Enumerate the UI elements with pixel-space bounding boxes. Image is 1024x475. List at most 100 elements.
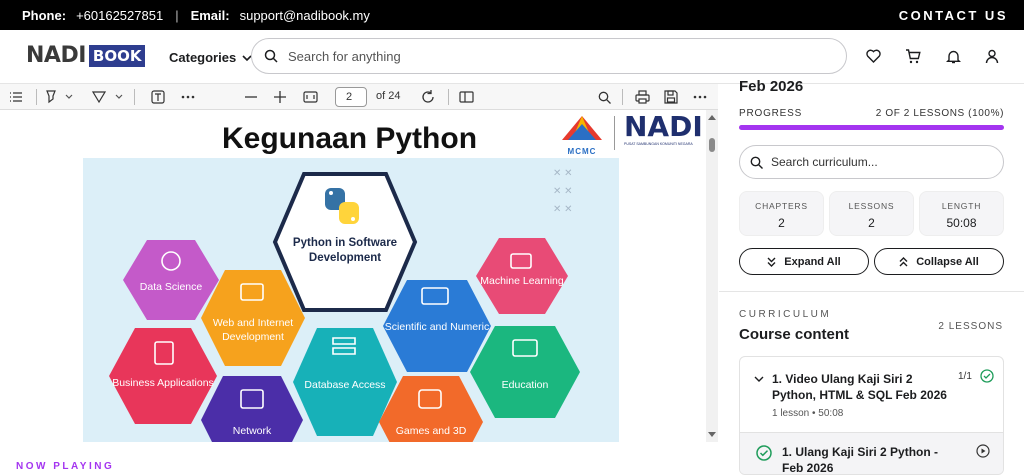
chapter-progress-count: 1/1 [958,371,972,382]
now-playing-label: NOW PLAYING [16,461,115,472]
search-icon[interactable] [264,49,278,63]
progress-value: 2 OF 2 LESSONS (100%) [875,108,1004,119]
main-navbar: NADI BOOK Categories [0,30,1024,84]
hex-label-database: Database Access [304,379,386,391]
pdf-viewer: 2 of 24 Kegunaan Python MCMC NADI PUSAT … [0,84,718,442]
chevron-down-icon[interactable] [64,87,74,107]
panel-divider [719,291,1024,292]
scroll-thumb[interactable] [709,138,715,152]
hex-label-machine-learning: Machine Learning [480,275,564,287]
stat-label: LESSONS [848,201,895,211]
email-value[interactable]: support@nadibook.my [240,8,370,23]
nadi-logo: NADI PUSAT SAMBUNGAN KOMUNITI NEGARA [624,110,703,154]
stat-lessons: LESSONS 2 [829,191,914,236]
svg-text:✕ ✕: ✕ ✕ [553,168,573,179]
phone-label: Phone: [22,7,67,23]
hex-label-web-dev: Web and Internet Development [212,317,294,343]
pdf-toolbar: 2 of 24 [0,84,718,110]
categories-label: Categories [169,50,237,65]
search-icon [750,156,763,169]
expand-all-label: Expand All [784,255,841,268]
stat-label: LENGTH [941,201,982,211]
progress-bar [739,125,1004,130]
separator: | [175,7,179,23]
expand-icon [767,257,776,267]
hex-label-scientific: Scientific and Numeric [384,321,490,333]
cart-icon[interactable] [904,47,922,65]
user-icon[interactable] [983,47,1001,65]
expand-all-button[interactable]: Expand All [739,248,869,275]
course-sidebar: Feb 2026 PROGRESS 2 OF 2 LESSONS (100%) … [719,78,1024,475]
site-search-input[interactable] [288,48,788,64]
email-label: Email: [190,7,230,23]
print-icon[interactable] [632,87,652,107]
slide-title: Kegunaan Python [222,122,478,155]
scroll-down-icon[interactable] [708,432,716,438]
lesson-item-active[interactable]: 1. Ulang Kaji Siri 2 Python - Feb 2026 [740,432,1003,474]
hex-label-data-science: Data Science [139,281,203,293]
site-search [251,38,847,74]
highlight-icon[interactable] [42,87,60,107]
save-icon[interactable] [661,87,681,107]
zoom-in-icon[interactable] [271,87,289,107]
pdf-scrollbar[interactable] [706,110,718,442]
toolbar-divider [446,87,450,107]
site-logo[interactable]: NADI BOOK [26,45,146,67]
collapse-all-label: Collapse All [916,255,979,268]
more-options-icon[interactable] [690,87,710,107]
search-icon[interactable] [595,87,613,107]
svg-text:✕ ✕: ✕ ✕ [553,204,573,215]
draw-icon[interactable] [90,87,108,107]
more-options-icon[interactable] [178,87,198,107]
collapse-icon [899,256,908,266]
text-tool-icon[interactable] [148,87,168,107]
pdf-page: Kegunaan Python MCMC NADI PUSAT SAMBUNGA… [0,110,706,442]
lessons-count: 2 LESSONS [938,321,1003,332]
page-total: of 24 [376,90,401,102]
nadi-logo-text: NADI [624,110,703,143]
curriculum-search [739,145,1004,179]
nadi-logo-subtext: PUSAT SAMBUNGAN KOMUNITI NEGARA [624,142,693,146]
categories-menu[interactable]: Categories [169,50,252,65]
outline-icon[interactable] [6,87,26,107]
curriculum-search-input[interactable] [771,155,981,169]
mcmc-logo: MCMC [556,114,608,156]
play-circle-icon[interactable] [976,444,990,458]
chapter-item[interactable]: 1. Video Ulang Kaji Siri 2 Python, HTML … [739,356,1004,475]
check-circle-icon[interactable] [756,445,772,461]
stat-value: 50:08 [946,216,977,230]
chevron-down-icon[interactable] [754,376,764,383]
rotate-icon[interactable] [418,87,438,107]
toolbar-divider [34,87,38,107]
stat-value: 2 [868,216,875,230]
zoom-out-icon[interactable] [242,87,260,107]
infographic-hexagons: ✕ ✕ ✕ ✕ ✕ ✕ [109,168,580,442]
mcmc-logo-text: MCMC [567,147,597,156]
fit-page-icon[interactable] [300,87,320,107]
hex-label-python-software: Python in Software Development [292,237,398,264]
logo-divider [614,116,615,150]
bell-icon[interactable] [944,47,962,65]
curriculum-label: CURRICULUM [739,309,832,320]
chapter-meta: 1 lesson • 50:08 [772,408,844,419]
toolbar-divider [132,87,136,107]
hex-label-business: Business Applications [112,377,214,389]
page-view-icon[interactable] [456,87,476,107]
stat-length: LENGTH 50:08 [919,191,1004,236]
progress-bar-fill [739,125,1004,130]
scroll-up-icon[interactable] [708,114,716,120]
stat-chapters: CHAPTERS 2 [739,191,824,236]
hex-label-education: Education [501,379,549,391]
heart-icon[interactable] [864,47,882,65]
logo-book-text: BOOK [88,45,146,67]
stat-label: CHAPTERS [755,201,808,211]
page-number-input[interactable]: 2 [335,87,367,107]
collapse-all-button[interactable]: Collapse All [874,248,1004,275]
phone-value[interactable]: +60162527851 [76,8,163,23]
course-content-heading: Course content [739,326,850,343]
python-uses-infographic: ✕ ✕ ✕ ✕ ✕ ✕ Python in Software Developme… [83,158,619,442]
contact-us-link[interactable]: CONTACT US [899,8,1008,23]
hex-label-games: Games and 3D [395,425,467,437]
chevron-down-icon[interactable] [114,87,124,107]
course-title: Feb 2026 [739,78,804,95]
